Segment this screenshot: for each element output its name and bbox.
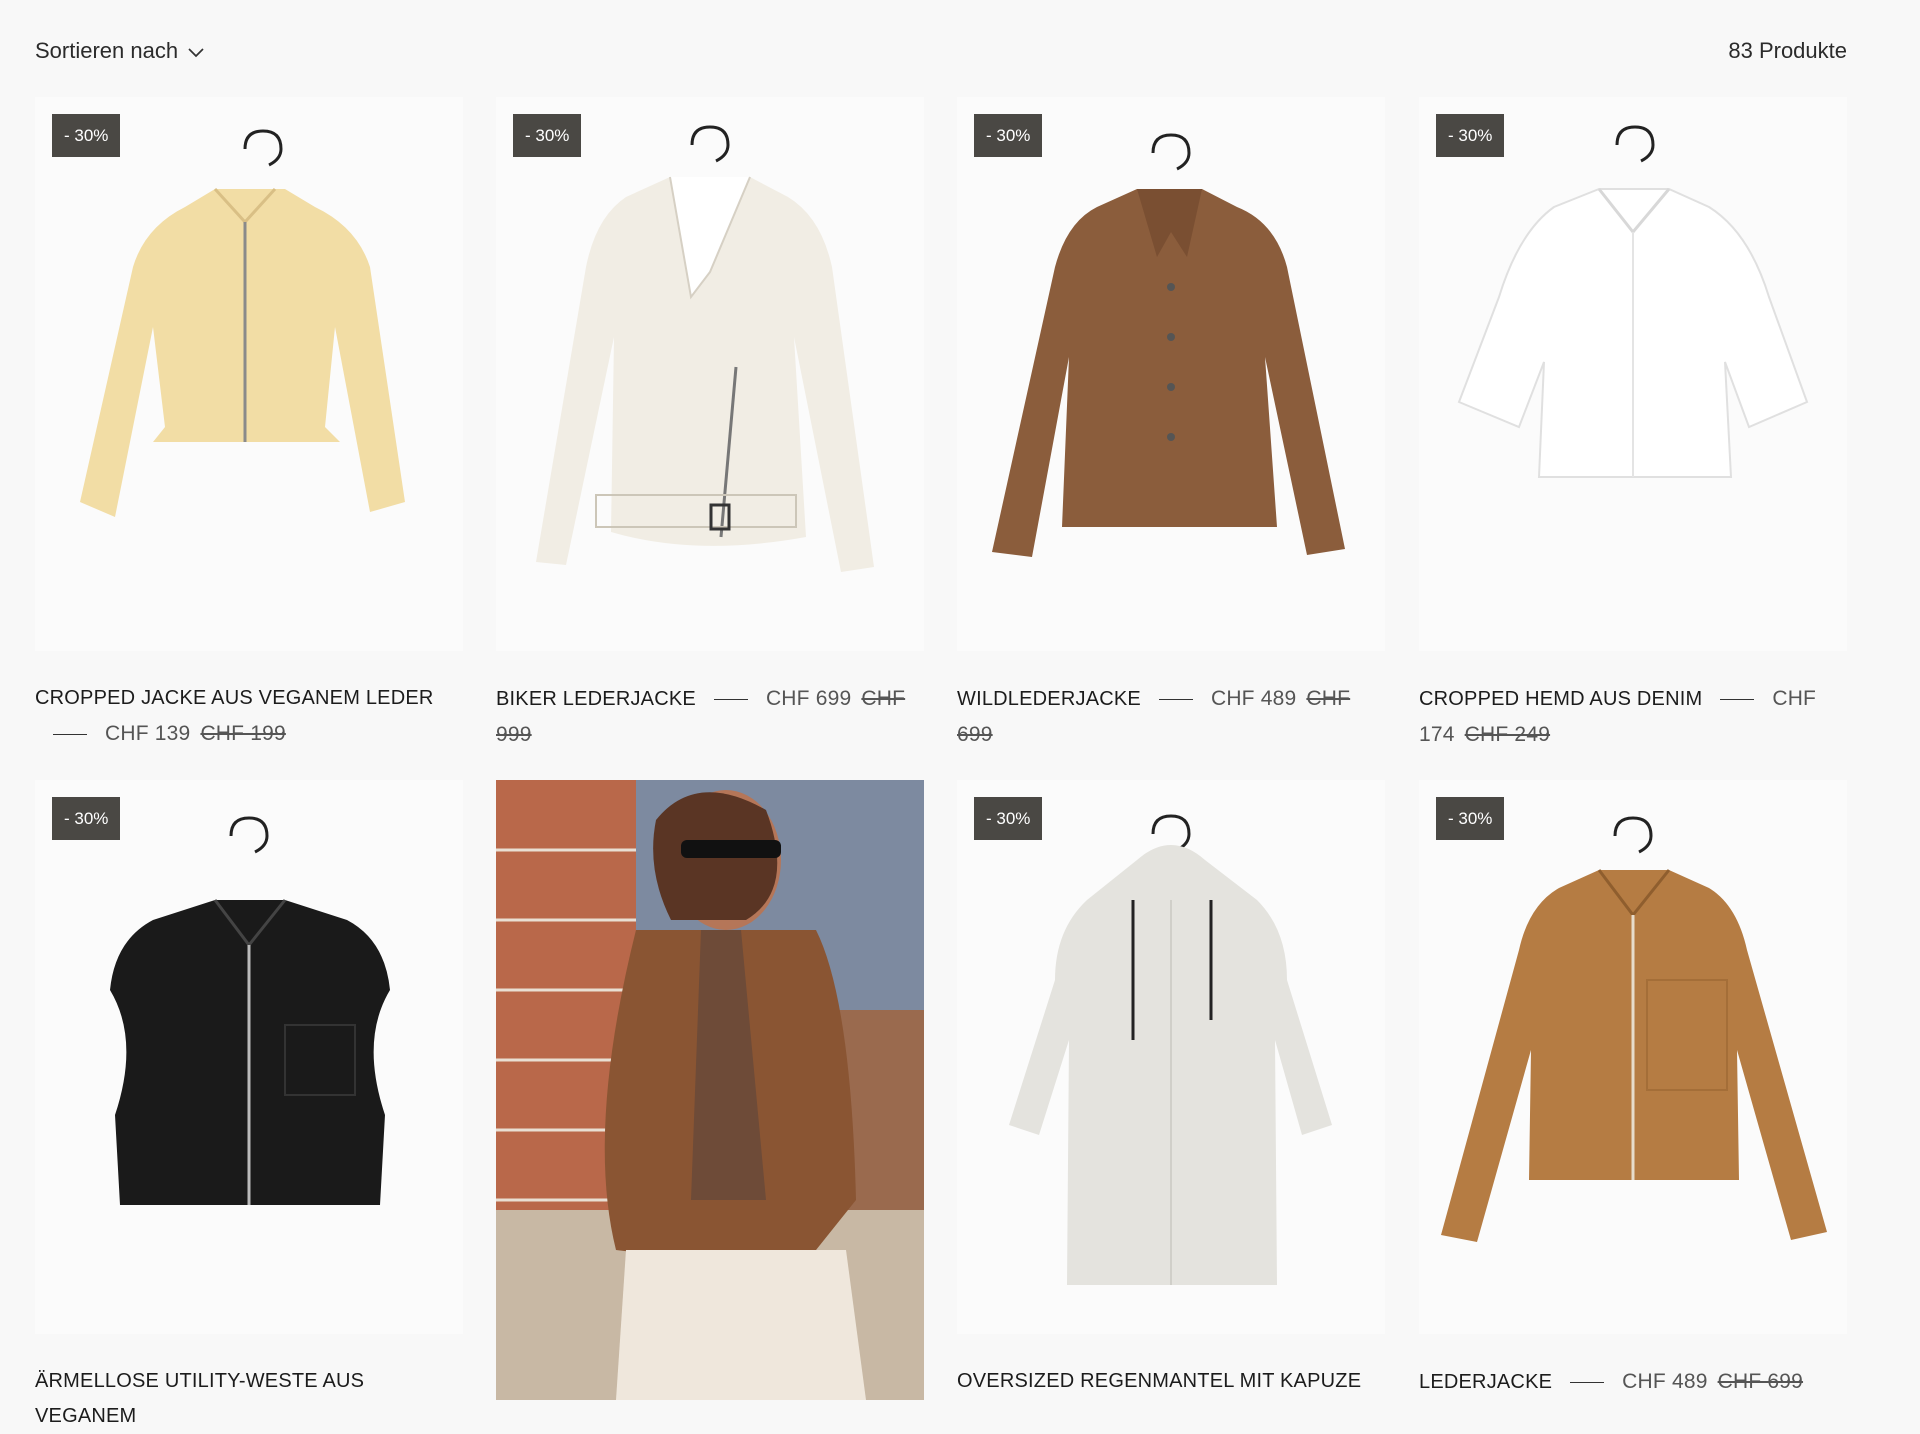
jacket-image (992, 133, 1345, 557)
product-old-price: CHF 199 (200, 722, 286, 745)
separator-line (713, 699, 748, 701)
separator-line (1158, 699, 1193, 701)
product-info: CROPPED JACKE AUS VEGANEM LEDER CHF 139 CH… (35, 681, 463, 752)
product-info: BIKER LEDERJACKE CHF 699 CHF 999 (496, 681, 924, 753)
separator-line (53, 734, 87, 736)
product-info: LEDERJACKE CHF 489 CHF 699 (1419, 1364, 1847, 1400)
product-name[interactable]: BIKER LEDERJACKE (496, 688, 696, 710)
product-price: CHF 489 (1622, 1370, 1708, 1393)
product-card[interactable]: - 30% CROPPED JACKE AUS VEGANEM LEDER CHF… (35, 97, 463, 752)
vest-image (110, 816, 390, 1205)
jacket-image (536, 125, 874, 572)
leather-jacket-image (1441, 816, 1827, 1242)
product-count: 83 Produkte (1728, 38, 1847, 63)
product-old-price: CHF 249 (1464, 723, 1551, 746)
product-card[interactable]: - 30% CROPPED HEMD AUS DENIM CHF 174 CHF 2… (1419, 97, 1847, 753)
product-image[interactable]: - 30% (35, 97, 463, 651)
product-image[interactable]: - 30% (496, 97, 924, 651)
product-name[interactable]: WILDLEDERJACKE (957, 688, 1141, 710)
separator-line (1720, 699, 1755, 701)
model-photo (496, 780, 924, 1400)
product-info: WILDLEDERJACKE CHF 489 CHF 699 (957, 681, 1385, 753)
product-card[interactable]: - 30% OVERSIZED REGENMANTEL MIT KAPUZE (957, 780, 1385, 1399)
product-name[interactable]: CROPPED JACKE AUS VEGANEM LEDER (35, 687, 434, 709)
product-name[interactable]: LEDERJACKE (1419, 1371, 1552, 1393)
product-old-price: CHF 699 (1717, 1370, 1804, 1393)
chevron-down-icon (188, 38, 204, 64)
product-image[interactable]: - 30% (35, 780, 463, 1334)
product-image[interactable]: - 30% (957, 97, 1385, 651)
shirt-image (1457, 125, 1809, 478)
lifestyle-image[interactable] (496, 780, 924, 1400)
product-info: ÄRMELLOSE UTILITY-WESTE AUS VEGANEM (35, 1364, 463, 1434)
product-price: CHF 139 (105, 722, 191, 745)
product-name[interactable]: CROPPED HEMD AUS DENIM (1419, 688, 1702, 710)
product-info: OVERSIZED REGENMANTEL MIT KAPUZE (957, 1364, 1385, 1399)
sort-label: Sortieren nach (35, 38, 179, 63)
product-card[interactable]: - 30% ÄRMELLOSE UTILITY-WESTE AUS VEGANE… (35, 780, 463, 1434)
jacket-image (80, 129, 405, 517)
product-price: CHF 489 (1210, 687, 1297, 710)
product-card[interactable]: - 30% BIKER LEDERJACKE CHF 699 CHF 999 (496, 97, 924, 753)
product-price: CHF 699 (765, 687, 852, 710)
product-image[interactable]: - 30% (957, 780, 1385, 1334)
product-card[interactable]: - 30% LEDERJACKE CHF 489 CHF 699 (1419, 780, 1847, 1400)
separator-line (1570, 1382, 1605, 1384)
product-card[interactable]: - 30% WILDLEDERJACKE CHF 489 CHF 699 (957, 97, 1385, 753)
toolbar: Sortieren nach 83 Produkte (35, 36, 1847, 66)
product-image[interactable]: - 30% (1419, 97, 1847, 651)
product-image[interactable]: - 30% (1419, 780, 1847, 1334)
product-name[interactable]: ÄRMELLOSE UTILITY-WESTE AUS VEGANEM (35, 1370, 364, 1427)
product-info: CROPPED HEMD AUS DENIM CHF 174 CHF 249 (1419, 681, 1847, 753)
product-name[interactable]: OVERSIZED REGENMANTEL MIT KAPUZE (957, 1370, 1361, 1392)
raincoat-image (1009, 814, 1332, 1285)
sort-dropdown[interactable]: Sortieren nach (35, 38, 204, 64)
